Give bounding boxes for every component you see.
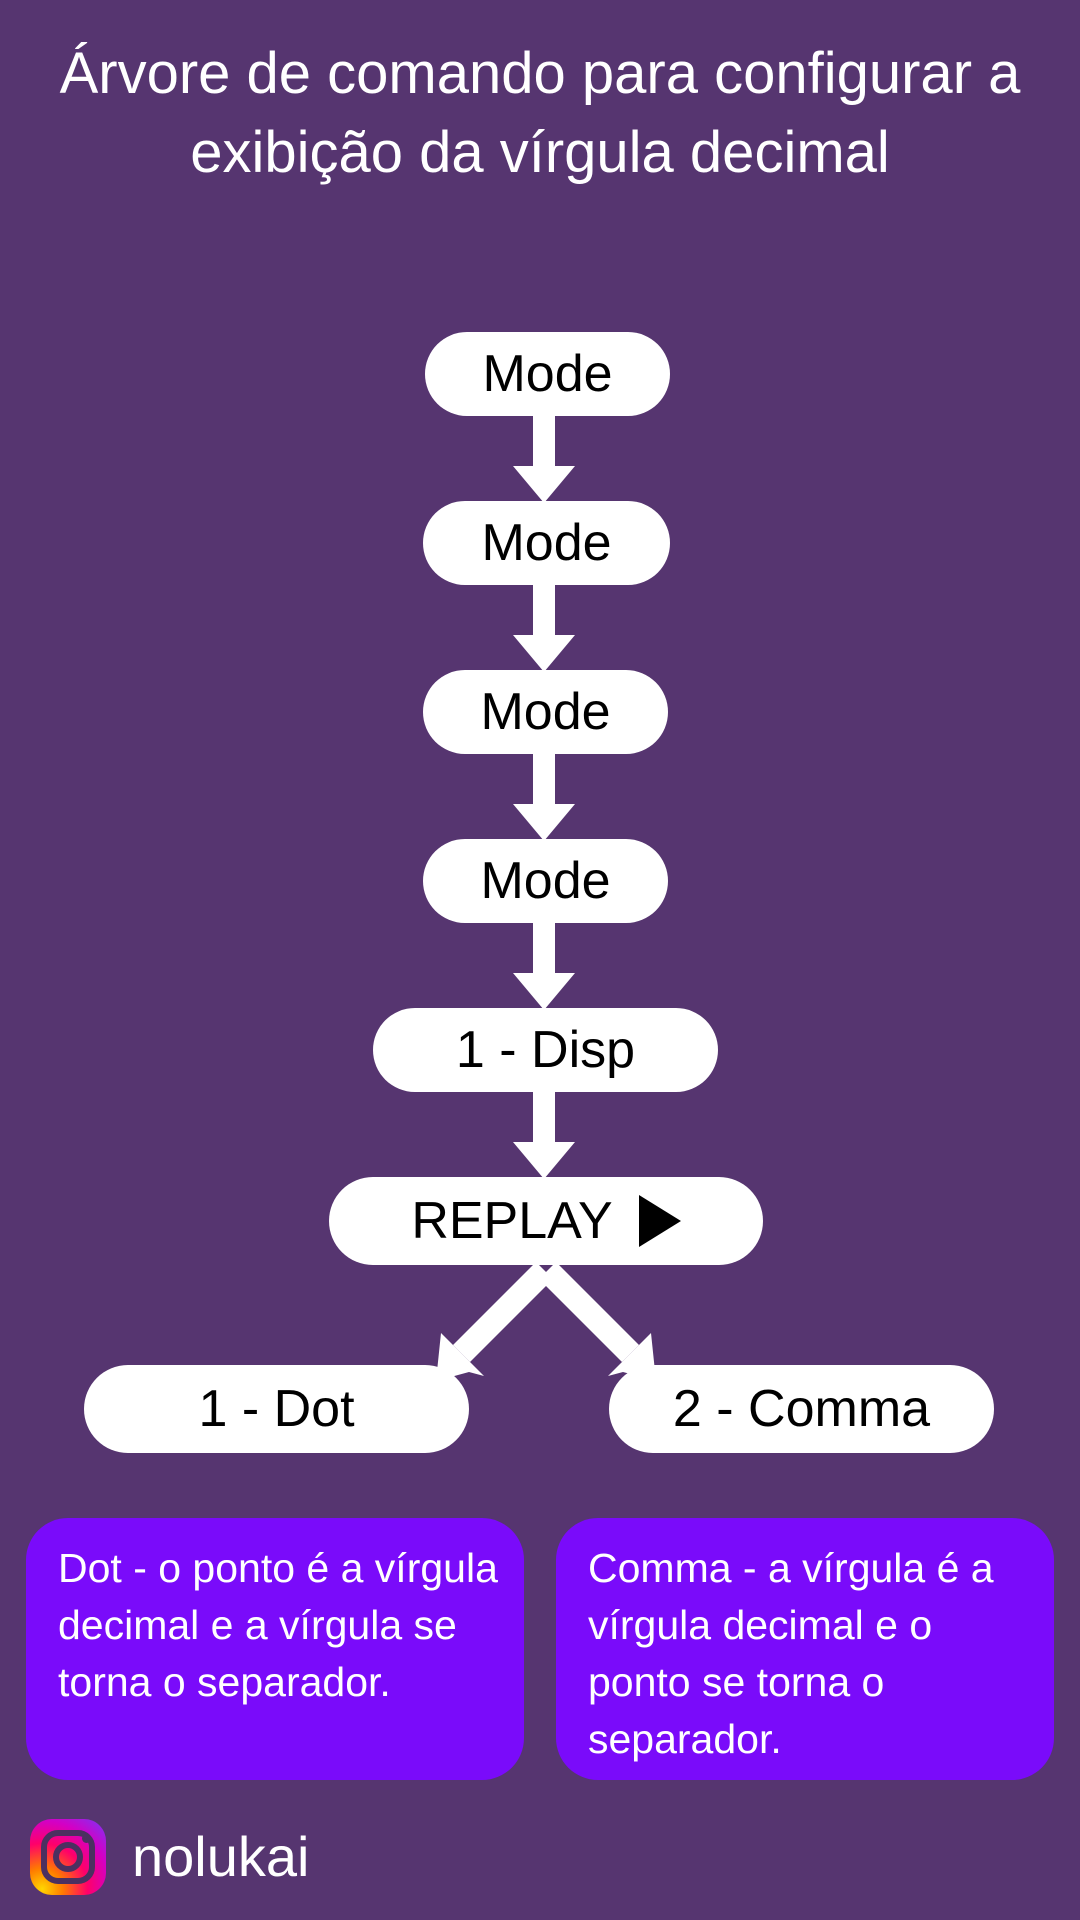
footer-credit: nolukai [30, 1812, 309, 1902]
flow-node-comma[interactable]: 2 - Comma [609, 1365, 994, 1453]
arrow-mode2-mode3 [513, 583, 575, 672]
flow-node-mode-1[interactable]: Mode [425, 332, 670, 416]
flow-node-label: 2 - Comma [672, 1380, 931, 1438]
flow-node-label: Mode [480, 852, 611, 910]
flow-node-dot[interactable]: 1 - Dot [84, 1365, 469, 1453]
flow-node-mode-4[interactable]: Mode [423, 839, 668, 923]
flow-node-mode-2[interactable]: Mode [423, 501, 670, 585]
flow-node-replay[interactable]: REPLAY [329, 1177, 763, 1265]
instagram-handle: nolukai [132, 1825, 310, 1888]
explanation-card-comma: Comma - a vírgula é a vírgula decimal e … [556, 1518, 1054, 1780]
arrow-replay-dot [436, 1262, 553, 1381]
flow-node-label: REPLAY [411, 1192, 613, 1250]
instagram-icon [30, 1819, 106, 1895]
infographic-page: Árvore de comando para configurar a exib… [0, 0, 1080, 1920]
play-icon [638, 1195, 681, 1247]
instagram-lens-dot [82, 1834, 91, 1843]
arrow-mode4-disp [513, 921, 575, 1010]
arrow-disp-replay [513, 1090, 575, 1179]
flow-node-label: Mode [481, 514, 612, 572]
arrow-mode3-mode4 [513, 752, 575, 841]
flow-node-label: Mode [482, 345, 613, 403]
explanation-card-dot: Dot - o ponto é a vírgula decimal e a ví… [26, 1518, 524, 1780]
flow-node-mode-3[interactable]: Mode [423, 670, 668, 754]
flow-node-disp[interactable]: 1 - Disp [373, 1008, 718, 1092]
arrow-mode1-mode2 [513, 414, 575, 503]
flow-node-label: 1 - Disp [455, 1021, 636, 1079]
flow-node-label: 1 - Dot [198, 1380, 355, 1438]
arrow-replay-comma [539, 1262, 656, 1381]
flow-node-label: Mode [480, 683, 611, 741]
page-title: Árvore de comando para configurar a exib… [59, 41, 1021, 185]
